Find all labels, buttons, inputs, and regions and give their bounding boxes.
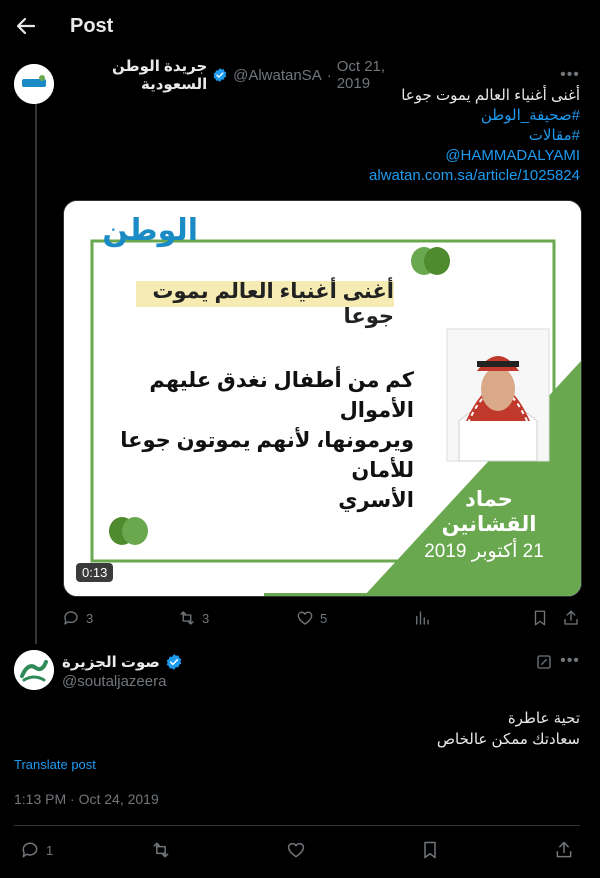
share-icon xyxy=(564,610,578,625)
reply-count: 3 xyxy=(86,610,94,626)
back-arrow-icon[interactable] xyxy=(14,14,38,38)
grok-icon[interactable] xyxy=(535,653,553,671)
heart-icon xyxy=(297,611,313,625)
hashtag-link[interactable]: #صحيفة_الوطن xyxy=(80,106,580,126)
like-count: 5 xyxy=(320,610,328,626)
share-icon xyxy=(556,841,572,858)
heart-icon xyxy=(287,842,305,858)
bookmark-button[interactable] xyxy=(531,609,549,627)
repost-icon xyxy=(180,611,194,625)
repost-icon xyxy=(153,842,169,858)
quote-icon xyxy=(109,517,148,545)
media-logo: الوطن xyxy=(102,214,198,247)
tweet1-header: جريدة الوطن السعودية @AlwatanSA · Oct 21… xyxy=(62,58,412,93)
page-title: Post xyxy=(70,15,114,37)
video-duration: 0:13 xyxy=(76,563,114,582)
bookmark-button[interactable] xyxy=(420,840,440,860)
repost-button[interactable] xyxy=(151,840,171,860)
media-author: حماد القشانين xyxy=(441,488,537,536)
tweet2-header: صوت الجزيرة xyxy=(62,652,362,672)
thread-line xyxy=(35,104,37,644)
author-name[interactable]: صوت الجزيرة xyxy=(62,653,160,671)
media-video[interactable]: الوطن أغنى أغنياء العالم يموت جوعا كم من… xyxy=(63,200,582,597)
divider xyxy=(14,825,580,826)
quote-line: كم من أطفال نغدق عليهم الأموال xyxy=(149,369,414,422)
share-button[interactable] xyxy=(562,609,580,627)
author-handle[interactable]: @soutaljazeera xyxy=(62,673,166,690)
alwatan-logo-icon xyxy=(14,64,54,104)
bookmark-icon xyxy=(534,610,546,626)
post-timestamp[interactable]: 1:13 PM · Oct 24, 2019 xyxy=(14,791,159,807)
quote-icon xyxy=(411,247,450,275)
share-button[interactable] xyxy=(554,840,574,860)
avatar[interactable] xyxy=(14,64,54,104)
translate-post-link[interactable]: Translate post xyxy=(14,757,96,772)
quote-line: الأسري xyxy=(338,489,414,512)
tweet1-body: أغنى أغنياء العالم يموت جوعا #صحيفة_الوط… xyxy=(80,86,580,186)
verified-badge-icon xyxy=(213,68,227,82)
more-options-icon[interactable]: ••• xyxy=(559,650,581,672)
more-options-icon[interactable]: ••• xyxy=(559,64,581,86)
reply-icon xyxy=(64,611,78,625)
bookmark-icon xyxy=(424,841,436,859)
tweet2-body: تحية عاطرة سعادتك ممكن عالخاص xyxy=(437,708,580,750)
media-quote: كم من أطفال نغدق عليهم الأموال ويرمونها،… xyxy=(104,366,414,516)
avatar[interactable] xyxy=(14,650,54,690)
quote-line: ويرمونها، لأنهم يموتون جوعا للأمان xyxy=(120,429,414,482)
reply-count: 1 xyxy=(46,842,54,858)
repost-count: 3 xyxy=(202,610,210,626)
mention-link[interactable]: @HAMMADALYAMI xyxy=(80,146,580,166)
reply-icon xyxy=(22,842,38,858)
repost-button[interactable]: 3 xyxy=(178,609,209,627)
separator-dot: · xyxy=(326,66,332,84)
hashtag-link[interactable]: #مقالات xyxy=(80,126,580,146)
tweet-line: سعادتك ممكن عالخاص xyxy=(436,731,580,748)
views-icon xyxy=(416,611,429,625)
author-handle[interactable]: @AlwatanSA xyxy=(233,67,322,84)
top-bar: Post xyxy=(0,0,600,53)
views-button[interactable] xyxy=(413,609,431,627)
reply-button[interactable]: 1 xyxy=(20,840,53,860)
like-button[interactable] xyxy=(286,840,306,860)
tweet-line: تحية عاطرة xyxy=(507,710,580,727)
like-button[interactable]: 5 xyxy=(296,609,327,627)
article-link[interactable]: alwatan.com.sa/article/1025824 xyxy=(80,166,580,186)
tweet-line: أغنى أغنياء العالم يموت جوعا xyxy=(401,87,580,104)
reply-button[interactable]: 3 xyxy=(62,609,93,627)
soutaljazeera-logo-icon xyxy=(14,650,54,690)
media-date: 21 أكتوبر 2019 xyxy=(424,541,544,562)
media-headline: أغنى أغنياء العالم يموت جوعا xyxy=(152,280,394,328)
verified-badge-icon xyxy=(166,654,182,670)
